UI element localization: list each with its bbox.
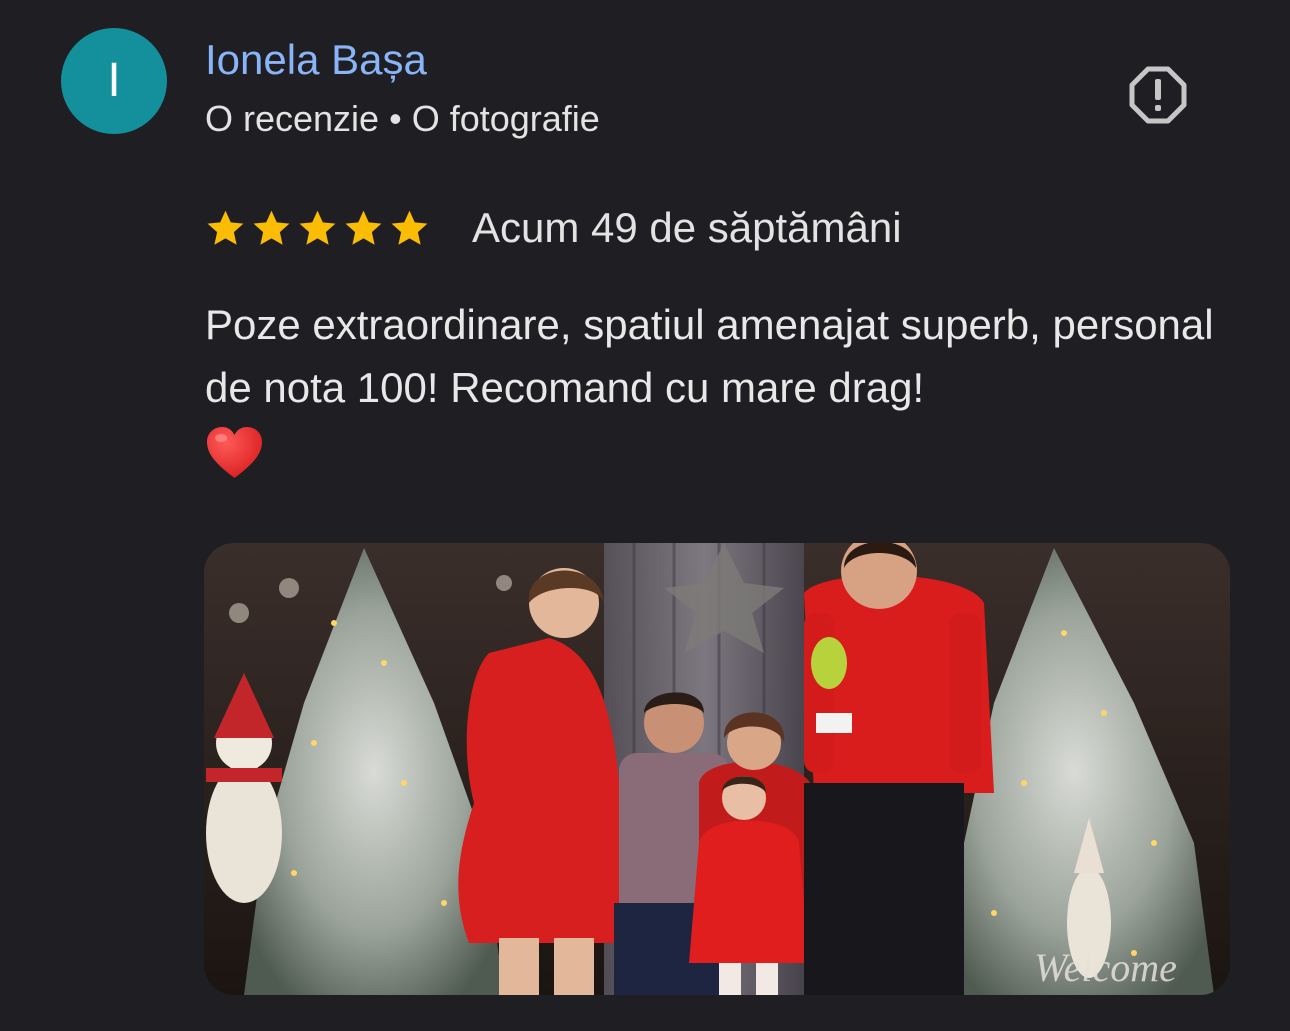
avatar[interactable]: I [61, 28, 167, 134]
review-card: I Ionela Bașa O recenzie • O fotografie Ac… [0, 0, 1290, 1031]
star-icon [253, 210, 290, 245]
review-text: Poze extraordinare, spatiul amenajat sup… [205, 301, 1214, 411]
star-icon [207, 210, 244, 245]
review-timestamp: Acum 49 de săptămâni [472, 204, 902, 251]
heart-icon [207, 427, 262, 478]
star-rating [205, 208, 430, 249]
photo-watermark: Welcome [1034, 945, 1177, 990]
photo-count: O fotografie [411, 98, 600, 139]
family-christmas-photo: Welcome [204, 543, 1230, 995]
review-count: O recenzie [205, 98, 380, 139]
star-icon [391, 210, 428, 245]
star-icon [345, 210, 382, 245]
author-name[interactable]: Ionela Bașa [205, 36, 427, 84]
report-icon [1129, 66, 1187, 124]
review-photo[interactable]: Welcome [204, 543, 1230, 995]
avatar-initial: I [107, 54, 121, 107]
star-icon [299, 210, 336, 245]
meta-separator: • [389, 98, 402, 139]
author-meta: O recenzie • O fotografie [205, 98, 600, 140]
rating-row: Acum 49 de săptămâni [205, 200, 902, 256]
report-button[interactable] [1129, 66, 1187, 124]
